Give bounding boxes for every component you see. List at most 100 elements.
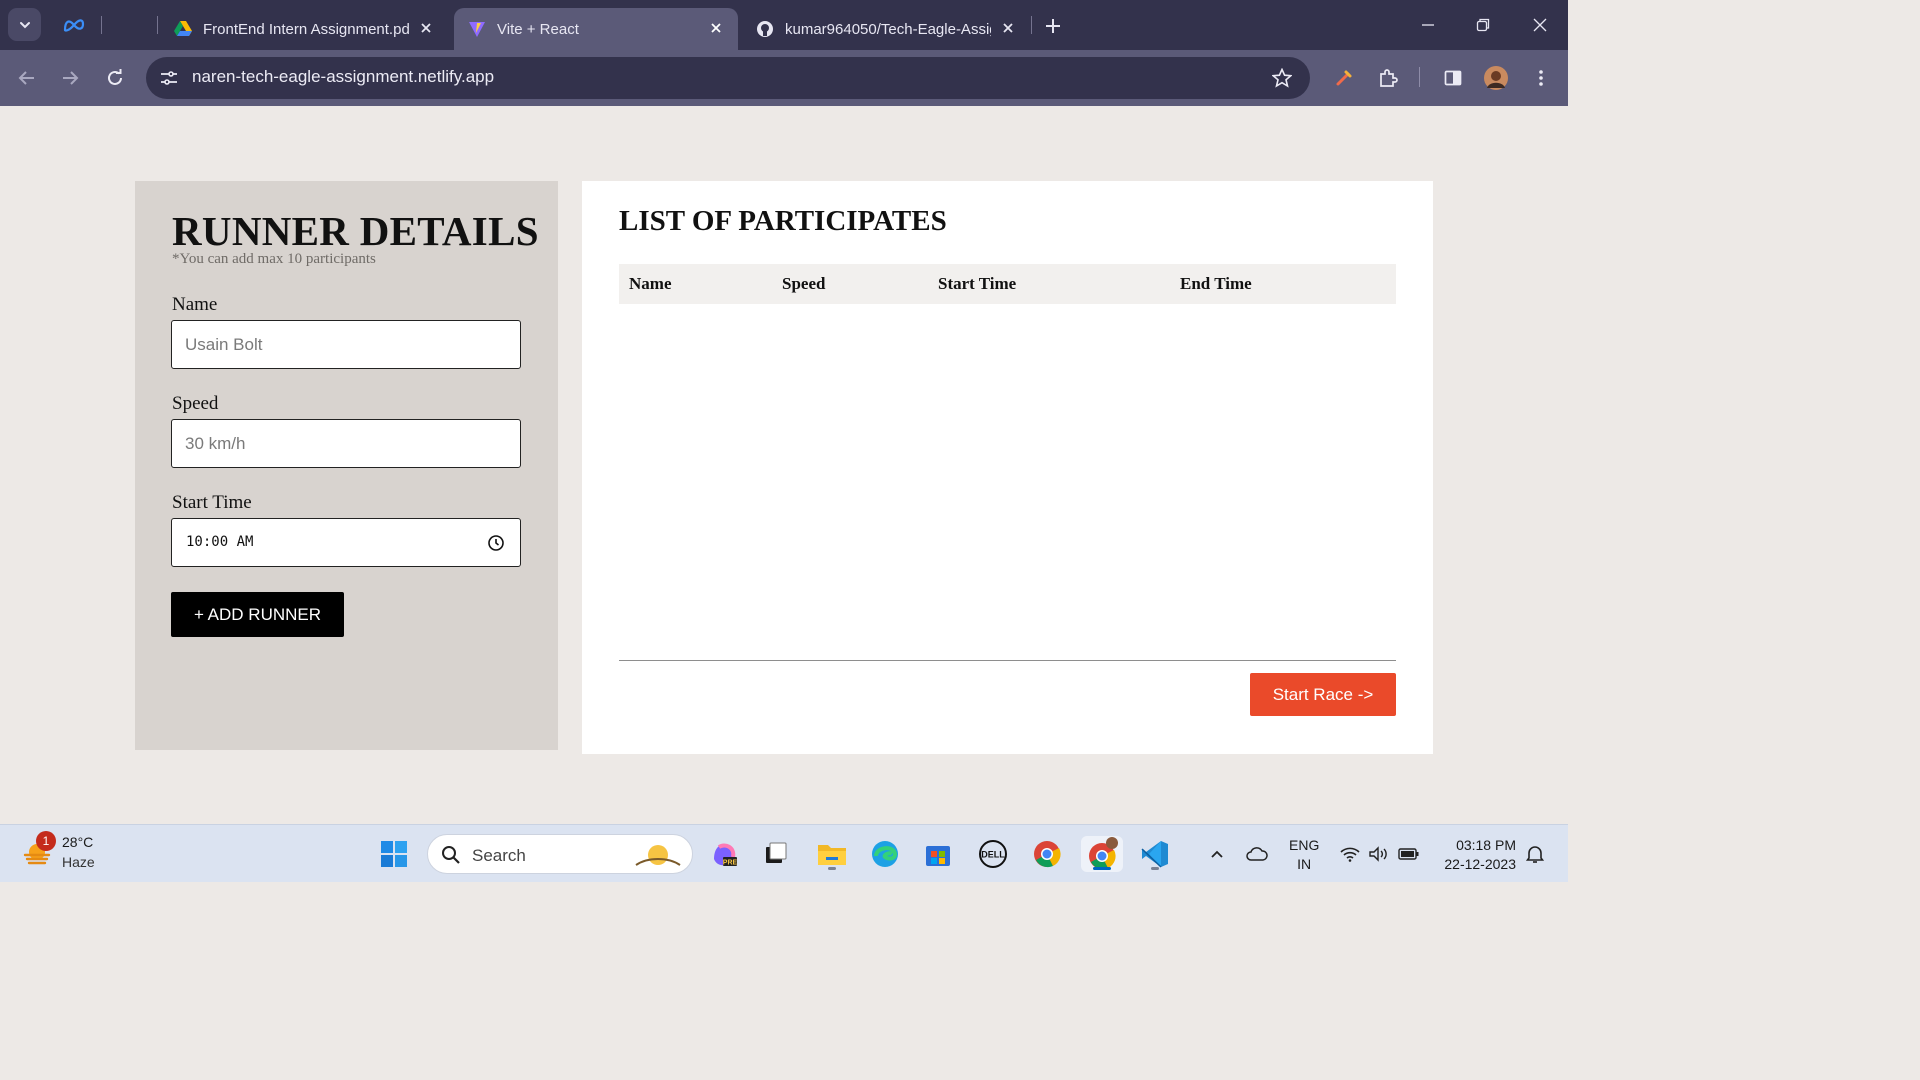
site-info-icon[interactable] bbox=[156, 65, 182, 91]
weather-temperature[interactable]: 28°C bbox=[62, 834, 93, 850]
close-tab-icon[interactable] bbox=[706, 18, 726, 38]
wifi-icon[interactable] bbox=[1338, 842, 1362, 866]
task-view-icon[interactable] bbox=[758, 836, 794, 872]
name-label: Name bbox=[172, 294, 218, 315]
arrow-left-icon bbox=[18, 71, 34, 85]
minimize-icon bbox=[1422, 24, 1434, 26]
participants-title: LIST OF PARTICIPATES bbox=[619, 205, 947, 237]
forward-button[interactable] bbox=[55, 63, 85, 93]
speed-input[interactable] bbox=[172, 420, 520, 467]
name-input[interactable] bbox=[172, 321, 520, 368]
participants-limit-note: *You can add max 10 participants bbox=[172, 251, 376, 267]
chrome-icon[interactable] bbox=[1029, 836, 1065, 872]
active-indicator bbox=[1093, 867, 1111, 870]
clock-time: 03:18 PM bbox=[1456, 837, 1516, 853]
search-highlight-icon bbox=[635, 845, 681, 866]
url-text[interactable]: naren-tech-eagle-assignment.netlify.app bbox=[192, 67, 494, 87]
microsoft-store-icon[interactable] bbox=[920, 836, 956, 872]
language-code: ENG bbox=[1289, 837, 1320, 853]
start-race-button[interactable]: Start Race -> bbox=[1250, 673, 1396, 716]
notification-badge: 1 bbox=[36, 831, 56, 851]
plus-icon bbox=[1046, 19, 1060, 33]
tab-title: kumar964050/Tech-Eagle-Assig bbox=[785, 20, 991, 38]
minimize-button[interactable] bbox=[1415, 12, 1441, 38]
pinned-tab-meta[interactable] bbox=[52, 6, 96, 44]
close-tab-icon[interactable] bbox=[416, 18, 436, 38]
tab-search-button[interactable] bbox=[8, 8, 41, 41]
extensions-icon[interactable] bbox=[1374, 64, 1402, 92]
speed-field bbox=[171, 419, 521, 468]
side-panel-icon[interactable] bbox=[1439, 64, 1467, 92]
add-runner-button[interactable]: + ADD RUNNER bbox=[171, 592, 344, 637]
meta-logo-icon bbox=[63, 19, 85, 32]
column-header-speed: Speed bbox=[782, 274, 826, 293]
start-time-label: Start Time bbox=[172, 492, 252, 513]
tab-title: FrontEnd Intern Assignment.pd bbox=[203, 20, 410, 38]
participants-panel: LIST OF PARTICIPATES Name Speed Start Ti… bbox=[582, 181, 1433, 754]
tab-vite-react[interactable]: Vite + React bbox=[454, 8, 738, 50]
color-picker-extension-icon[interactable] bbox=[1330, 64, 1358, 92]
region-code: IN bbox=[1297, 856, 1312, 872]
clock-date: 22-12-2023 bbox=[1444, 856, 1516, 872]
battery-icon[interactable] bbox=[1397, 842, 1421, 866]
close-tab-icon[interactable] bbox=[998, 18, 1018, 38]
address-bar[interactable]: naren-tech-eagle-assignment.netlify.app bbox=[146, 57, 1310, 99]
svg-text:PRE: PRE bbox=[723, 860, 738, 867]
column-header-name: Name bbox=[629, 274, 672, 293]
github-icon bbox=[756, 20, 774, 38]
running-indicator bbox=[1151, 867, 1159, 870]
bookmark-star-icon[interactable] bbox=[1270, 66, 1294, 90]
tab-frontend-assignment[interactable]: FrontEnd Intern Assignment.pd bbox=[160, 8, 448, 50]
start-time-value[interactable]: 10:00 AM bbox=[186, 534, 253, 550]
volume-icon[interactable] bbox=[1367, 842, 1391, 866]
language-indicator[interactable]: ENG IN bbox=[1289, 836, 1319, 874]
start-time-input[interactable]: 10:00 AM bbox=[171, 518, 521, 567]
tab-separator bbox=[1031, 16, 1032, 34]
browser-toolbar: naren-tech-eagle-assignment.netlify.app bbox=[0, 50, 1568, 106]
running-indicator bbox=[828, 867, 836, 870]
column-header-end-time: End Time bbox=[1180, 274, 1252, 293]
runner-details-panel: RUNNER DETAILS *You can add max 10 parti… bbox=[135, 181, 558, 750]
restore-icon bbox=[1476, 18, 1490, 32]
copilot-icon[interactable]: PRE bbox=[706, 836, 742, 872]
taskbar-search[interactable]: Search bbox=[427, 834, 693, 874]
vite-icon bbox=[468, 20, 486, 38]
clock-icon[interactable] bbox=[487, 534, 505, 552]
browser-tab-strip: FrontEnd Intern Assignment.pd Vite + Rea… bbox=[0, 0, 1568, 50]
name-field bbox=[171, 320, 521, 369]
dell-app-icon[interactable]: DELL bbox=[975, 836, 1011, 872]
column-header-start-time: Start Time bbox=[938, 274, 1017, 293]
notification-bell-icon[interactable] bbox=[1523, 842, 1547, 866]
browser-menu-icon[interactable] bbox=[1527, 64, 1555, 92]
chrome-profile-icon[interactable] bbox=[1081, 836, 1123, 872]
participants-table-header: Name Speed Start Time End Time bbox=[619, 264, 1396, 304]
toolbar-divider bbox=[1419, 67, 1420, 87]
svg-text:DELL: DELL bbox=[981, 850, 1005, 860]
edge-browser-icon[interactable] bbox=[867, 836, 903, 872]
chevron-down-icon bbox=[19, 21, 30, 28]
tab-separator bbox=[101, 16, 102, 34]
divider bbox=[619, 660, 1396, 661]
profile-avatar[interactable] bbox=[1482, 64, 1510, 92]
arrow-right-icon bbox=[63, 71, 79, 85]
search-icon bbox=[442, 846, 460, 864]
new-tab-button[interactable] bbox=[1040, 13, 1066, 39]
windows-logo-icon bbox=[381, 841, 407, 867]
weather-condition[interactable]: Haze bbox=[62, 854, 95, 870]
vscode-icon[interactable] bbox=[1137, 836, 1173, 872]
reload-button[interactable] bbox=[100, 63, 130, 93]
runner-details-title: RUNNER DETAILS bbox=[172, 208, 539, 254]
tab-separator bbox=[157, 16, 158, 34]
close-window-button[interactable] bbox=[1527, 12, 1553, 38]
google-drive-icon bbox=[174, 20, 192, 38]
onedrive-icon[interactable] bbox=[1245, 842, 1269, 866]
taskbar: 1 28°C Haze Search PRE DELL ENG IN 03:18… bbox=[0, 824, 1568, 882]
start-menu-button[interactable] bbox=[376, 836, 412, 872]
restore-button[interactable] bbox=[1470, 12, 1496, 38]
speed-label: Speed bbox=[172, 393, 219, 414]
back-button[interactable] bbox=[12, 63, 42, 93]
taskbar-clock[interactable]: 03:18 PM 22-12-2023 bbox=[1436, 836, 1516, 874]
file-explorer-icon[interactable] bbox=[814, 836, 850, 872]
tab-github-repo[interactable]: kumar964050/Tech-Eagle-Assig bbox=[742, 8, 1030, 50]
chevron-up-icon[interactable] bbox=[1205, 842, 1229, 866]
